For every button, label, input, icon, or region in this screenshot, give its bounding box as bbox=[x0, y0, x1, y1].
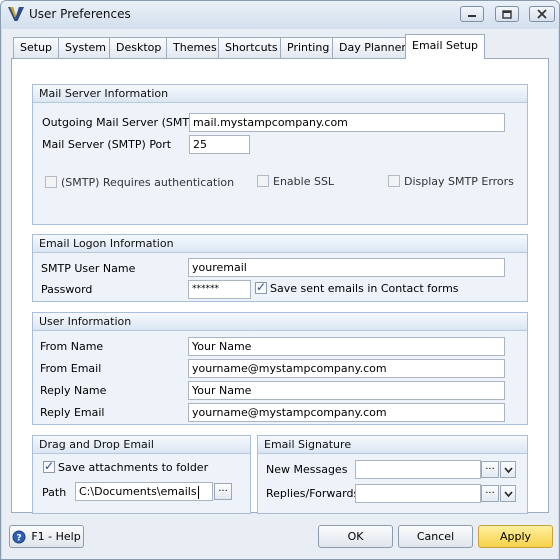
tab-email-setup[interactable]: Email Setup bbox=[405, 34, 486, 59]
ellipsis-icon: ··· bbox=[485, 463, 495, 475]
dialog-client: Setup System Desktop Themes Shortcuts Pr… bbox=[2, 29, 558, 559]
email-signature-group: Email Signature New Messages ··· Replies… bbox=[257, 435, 528, 514]
tab-setup[interactable]: Setup bbox=[13, 37, 60, 58]
apply-button-label: Apply bbox=[499, 530, 532, 543]
path-label: Path bbox=[42, 486, 67, 499]
requires-auth-checkbox[interactable] bbox=[45, 176, 57, 188]
user-preferences-window: User Preferences Setup System Desktop Th… bbox=[0, 0, 560, 560]
svg-text:?: ? bbox=[17, 533, 22, 543]
v-logo-icon bbox=[8, 7, 24, 21]
group-header: Mail Server Information bbox=[33, 85, 527, 103]
drag-drop-email-group: Drag and Drop Email Save attachments to … bbox=[32, 435, 251, 514]
from-name-input[interactable]: Your Name bbox=[188, 337, 505, 356]
window-title: User Preferences bbox=[29, 7, 131, 21]
save-sent-emails-checkbox[interactable] bbox=[255, 280, 267, 294]
smtp-server-input[interactable]: mail.mystampcompany.com bbox=[189, 113, 505, 132]
group-header: User Information bbox=[33, 313, 527, 331]
ok-button[interactable]: OK bbox=[318, 525, 393, 548]
save-attachments-label: Save attachments to folder bbox=[58, 461, 209, 474]
mail-server-group: Mail Server Information Outgoing Mail Se… bbox=[32, 84, 528, 225]
smtp-server-label: Outgoing Mail Server (SMTP) bbox=[42, 116, 200, 129]
apply-button[interactable]: Apply bbox=[478, 525, 553, 548]
smtp-user-label: SMTP User Name bbox=[41, 262, 136, 275]
reply-email-label: Reply Email bbox=[40, 406, 105, 419]
tab-printing[interactable]: Printing bbox=[280, 37, 337, 58]
tab-system[interactable]: System bbox=[58, 37, 114, 58]
cancel-button[interactable]: Cancel bbox=[398, 525, 473, 548]
close-button[interactable] bbox=[529, 6, 555, 22]
reply-name-input[interactable]: Your Name bbox=[188, 381, 505, 400]
display-smtp-errors-checkbox[interactable] bbox=[388, 175, 400, 187]
smtp-user-input[interactable]: youremail bbox=[188, 258, 505, 277]
tab-desktop[interactable]: Desktop bbox=[109, 37, 169, 58]
tab-shortcuts[interactable]: Shortcuts bbox=[218, 37, 285, 58]
from-email-input[interactable]: yourname@mystampcompany.com bbox=[188, 359, 505, 378]
save-sent-emails-label: Save sent emails in Contact forms bbox=[270, 282, 459, 295]
reply-email-input[interactable]: yourname@mystampcompany.com bbox=[188, 403, 505, 422]
requires-auth-label: (SMTP) Requires authentication bbox=[61, 176, 235, 189]
path-input[interactable]: C:\Documents\emails bbox=[75, 482, 213, 501]
user-information-group: User Information From Name Your Name Fro… bbox=[32, 312, 528, 425]
dialog-button-bar: ? F1 - Help OK Cancel Apply bbox=[2, 522, 558, 559]
password-label: Password bbox=[41, 283, 93, 296]
from-email-label: From Email bbox=[40, 362, 102, 375]
new-messages-label: New Messages bbox=[266, 463, 348, 476]
reply-name-label: Reply Name bbox=[40, 384, 107, 397]
path-value: C:\Documents\emails bbox=[79, 485, 197, 498]
enable-ssl-checkbox[interactable] bbox=[257, 175, 269, 187]
smtp-port-label: Mail Server (SMTP) Port bbox=[42, 138, 172, 151]
group-header: Drag and Drop Email bbox=[33, 436, 250, 454]
ellipsis-icon: ··· bbox=[218, 485, 228, 497]
replies-signature-dropdown-button[interactable] bbox=[500, 485, 516, 502]
smtp-port-input[interactable]: 25 bbox=[189, 135, 250, 154]
email-setup-page: Mail Server Information Outgoing Mail Se… bbox=[11, 58, 549, 514]
new-messages-signature-input[interactable] bbox=[355, 460, 481, 479]
save-attachments-checkbox[interactable] bbox=[43, 459, 55, 473]
replies-forwards-label: Replies/Forwards bbox=[266, 487, 360, 500]
minimize-icon bbox=[468, 15, 476, 17]
group-header: Email Signature bbox=[258, 436, 527, 454]
replies-signature-input[interactable] bbox=[355, 484, 481, 503]
browse-new-signature-button[interactable]: ··· bbox=[481, 461, 499, 478]
tab-day-planner[interactable]: Day Planner bbox=[332, 37, 413, 58]
new-signature-dropdown-button[interactable] bbox=[500, 461, 516, 478]
maximize-icon bbox=[502, 9, 512, 19]
chevron-down-icon bbox=[503, 466, 513, 473]
ok-button-label: OK bbox=[347, 530, 364, 543]
email-logon-group: Email Logon Information SMTP User Name y… bbox=[32, 234, 528, 302]
title-bar[interactable]: User Preferences bbox=[1, 1, 559, 29]
enable-ssl-label: Enable SSL bbox=[273, 175, 335, 188]
display-smtp-errors-label: Display SMTP Errors bbox=[404, 175, 514, 188]
cancel-button-label: Cancel bbox=[416, 530, 455, 543]
maximize-button[interactable] bbox=[495, 6, 519, 22]
group-header: Email Logon Information bbox=[33, 235, 527, 253]
text-caret bbox=[197, 485, 199, 499]
ellipsis-icon: ··· bbox=[485, 487, 495, 499]
minimize-button[interactable] bbox=[460, 6, 484, 22]
help-button[interactable]: ? F1 - Help bbox=[9, 525, 84, 548]
tab-themes[interactable]: Themes bbox=[166, 37, 224, 58]
from-name-label: From Name bbox=[40, 340, 104, 353]
help-button-label: F1 - Help bbox=[31, 530, 81, 543]
chevron-down-icon bbox=[503, 490, 513, 497]
help-icon: ? bbox=[12, 530, 26, 543]
password-input[interactable]: ****** bbox=[188, 280, 251, 299]
browse-path-button[interactable]: ··· bbox=[214, 483, 232, 500]
close-icon bbox=[537, 9, 547, 19]
browse-replies-signature-button[interactable]: ··· bbox=[481, 485, 499, 502]
